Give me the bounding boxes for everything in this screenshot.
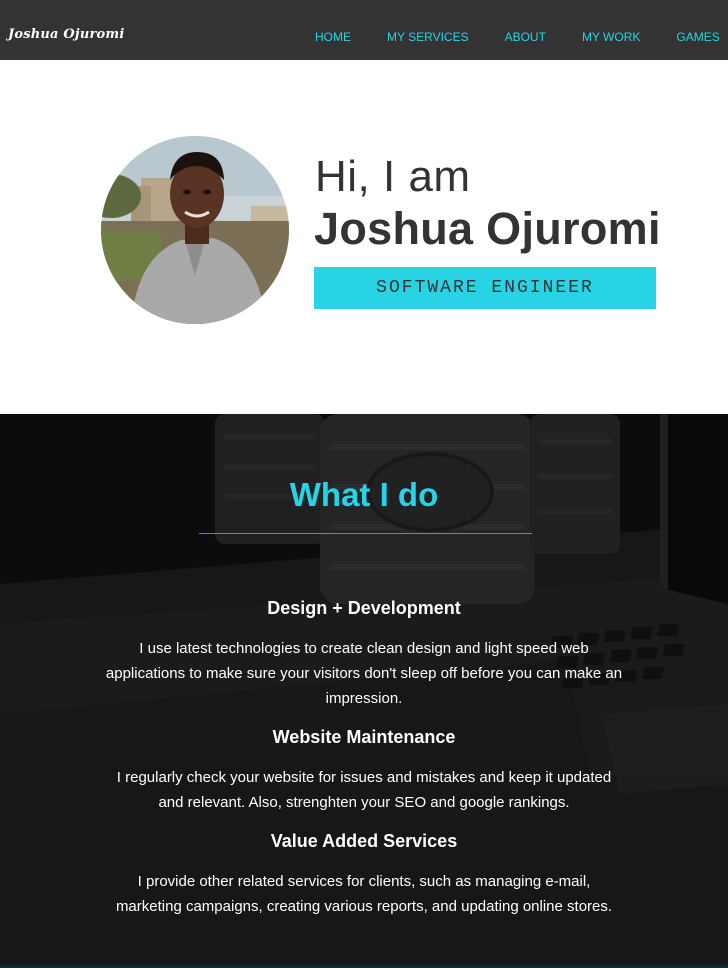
service-heading-design: Design + Development	[267, 598, 461, 618]
services-section: What I do Design + Development I use lat…	[0, 414, 728, 968]
top-nav: Joshua Ojuromi HOME MY SERVICES ABOUT MY…	[0, 0, 728, 60]
title-divider	[199, 533, 532, 534]
hero-name: Joshua Ojuromi	[314, 203, 661, 254]
service-text-value-added: I provide other related services for cli…	[115, 873, 613, 915]
nav-link-my-services[interactable]: MY SERVICES	[369, 0, 487, 60]
nav-link-home[interactable]: HOME	[297, 0, 369, 60]
section-title: What I do	[289, 476, 439, 513]
nav-link-my-work[interactable]: MY WORK	[564, 0, 658, 60]
role-badge: SOFTWARE ENGINEER	[314, 267, 656, 309]
nav-link-games[interactable]: GAMES	[658, 0, 728, 60]
service-heading-value-added: Value Added Services	[270, 831, 458, 851]
service-heading-maintenance: Website Maintenance	[272, 727, 456, 747]
profile-photo-icon	[101, 136, 289, 324]
service-text-maintenance: I regularly check your website for issue…	[116, 769, 612, 811]
nav-link-about[interactable]: ABOUT	[487, 0, 564, 60]
hero-section: Hi, I am Joshua Ojuromi SOFTWARE ENGINEE…	[0, 60, 728, 414]
hero-greeting: Hi, I am	[315, 152, 471, 201]
nav-links: HOME MY SERVICES ABOUT MY WORK GAMES	[297, 0, 728, 60]
site-logo[interactable]: Joshua Ojuromi	[8, 27, 125, 42]
profile-photo	[101, 136, 289, 324]
service-text-design: I use latest technologies to create clea…	[105, 640, 623, 707]
